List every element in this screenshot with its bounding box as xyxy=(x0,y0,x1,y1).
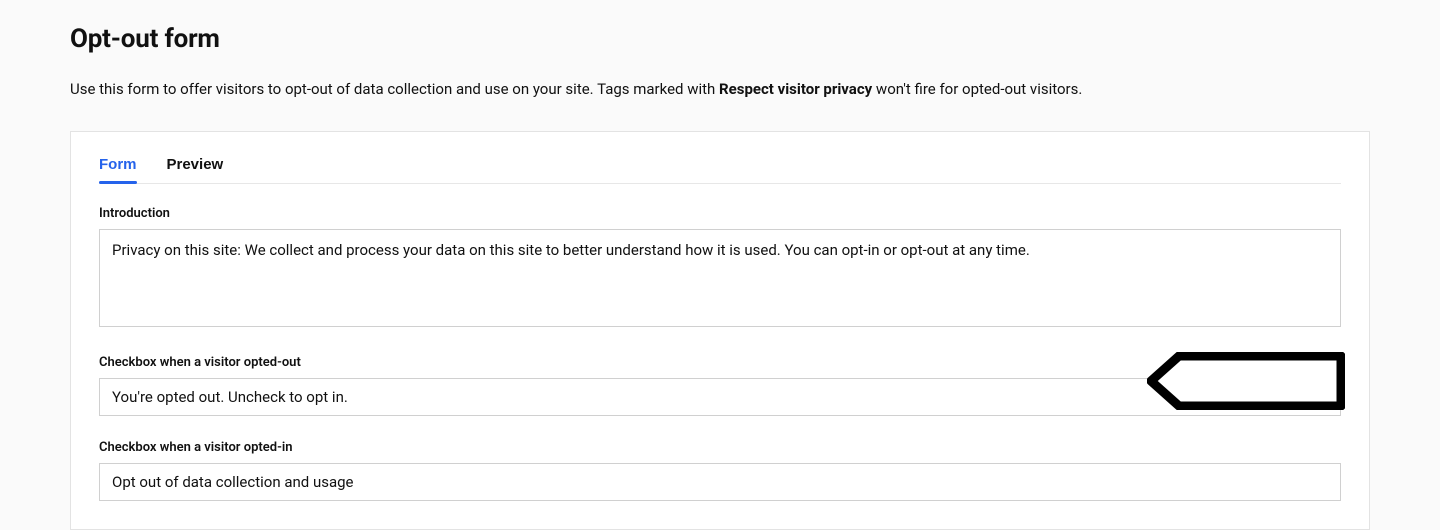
opted-out-input[interactable] xyxy=(99,378,1341,416)
introduction-label: Introduction xyxy=(99,206,1341,221)
page-desc-strong: Respect visitor privacy xyxy=(719,80,872,98)
opted-in-label: Checkbox when a visitor opted-in xyxy=(99,440,1341,455)
field-opted-in: Checkbox when a visitor opted-in xyxy=(99,440,1341,501)
page-title: Opt-out form xyxy=(70,24,1370,54)
page-desc-text-after: won't fire for opted-out visitors. xyxy=(872,80,1082,98)
field-introduction: Introduction xyxy=(99,206,1341,331)
opted-out-label: Checkbox when a visitor opted-out xyxy=(99,355,1341,370)
page-desc-text-before: Use this form to offer visitors to opt-o… xyxy=(70,80,719,98)
tab-form[interactable]: Form xyxy=(99,150,137,183)
field-opted-out: Checkbox when a visitor opted-out xyxy=(99,355,1341,416)
introduction-input[interactable] xyxy=(99,229,1341,327)
tab-preview[interactable]: Preview xyxy=(167,150,224,183)
page-description: Use this form to offer visitors to opt-o… xyxy=(70,78,1370,101)
page-container: Opt-out form Use this form to offer visi… xyxy=(0,0,1440,530)
tabs: Form Preview xyxy=(99,150,1341,184)
opted-in-input[interactable] xyxy=(99,463,1341,501)
form-panel: Form Preview Introduction Checkbox when … xyxy=(70,131,1370,530)
